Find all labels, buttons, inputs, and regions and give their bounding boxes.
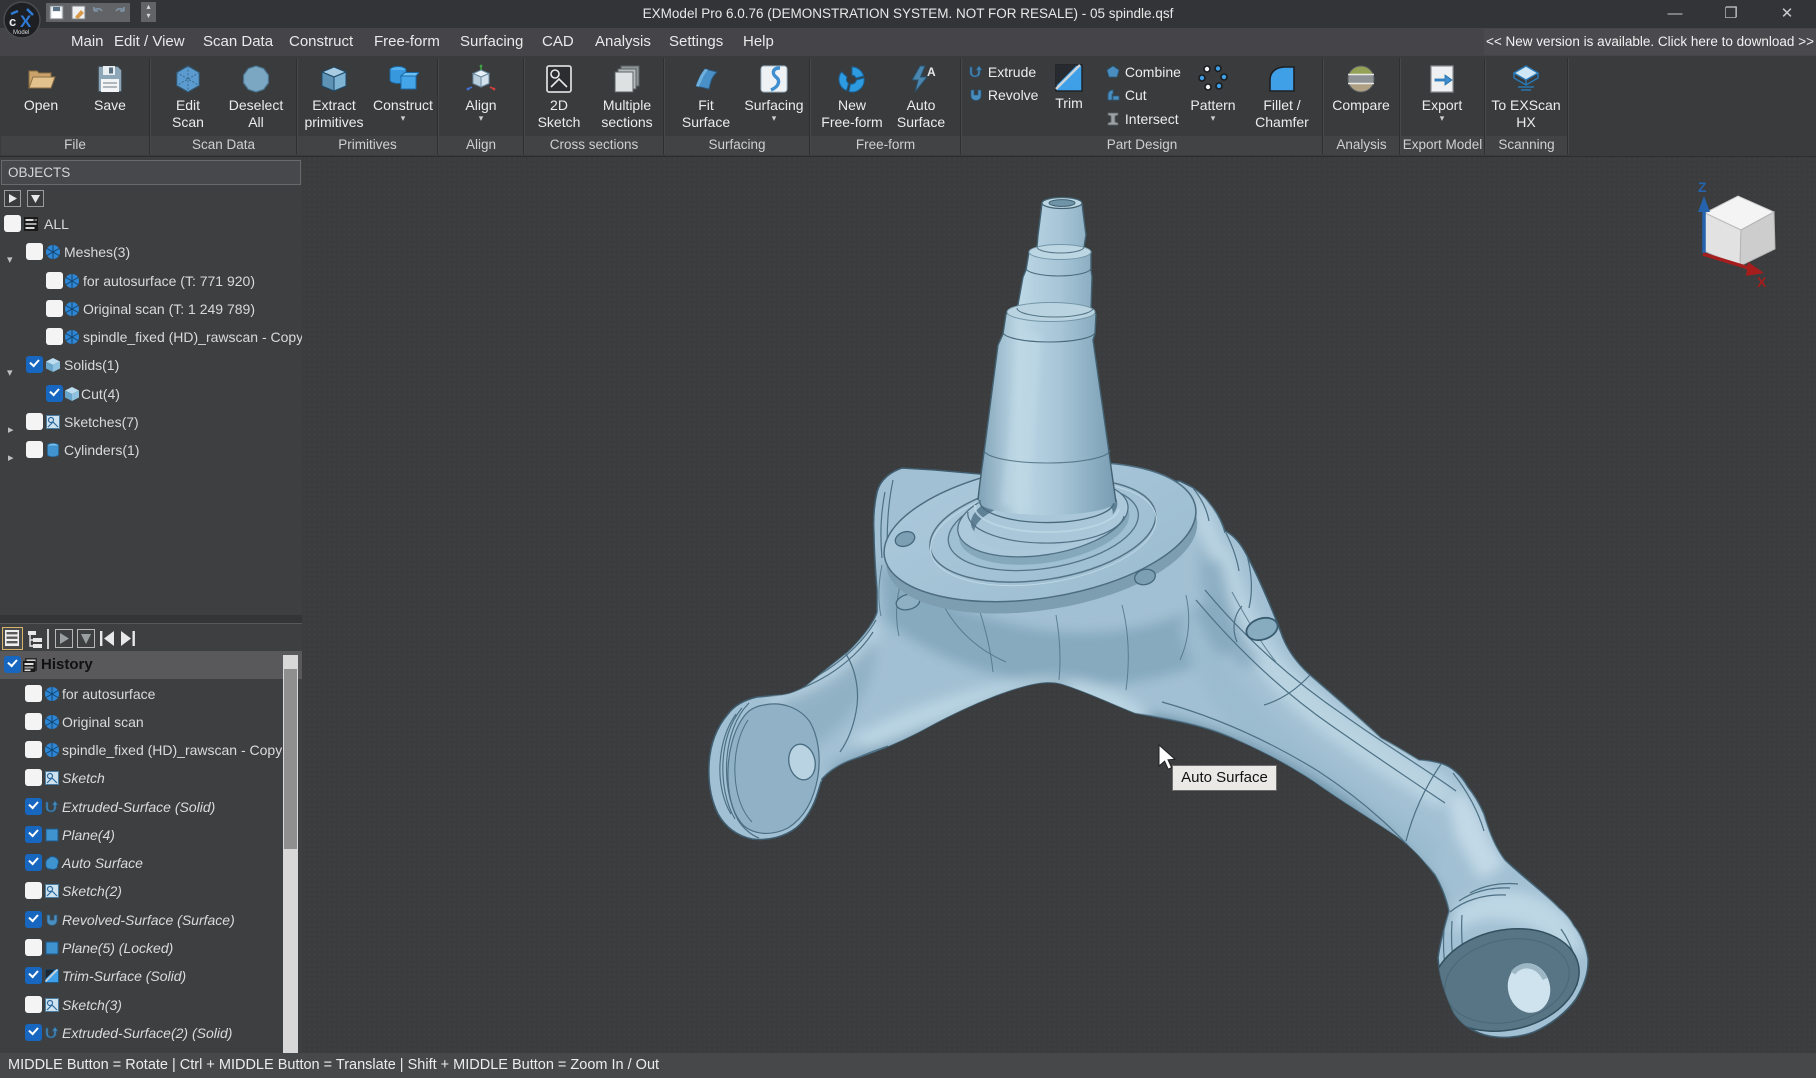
svg-text:Model: Model bbox=[13, 30, 29, 36]
svg-text:Z: Z bbox=[1698, 179, 1707, 195]
svg-text:X: X bbox=[1757, 274, 1767, 290]
svg-text:c: c bbox=[9, 14, 16, 29]
svg-text:X: X bbox=[20, 12, 32, 31]
svg-text:A: A bbox=[927, 65, 936, 79]
